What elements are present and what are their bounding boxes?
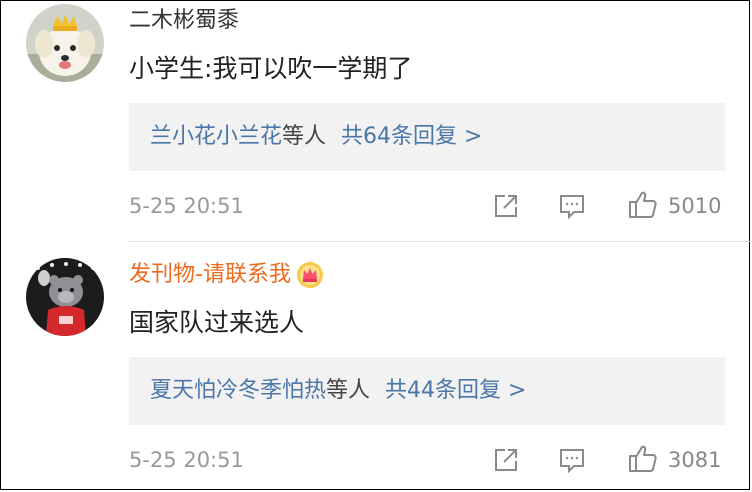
share-icon[interactable]: [491, 445, 521, 475]
like-count: 3081: [668, 448, 722, 472]
reply-user-names[interactable]: 夏天怕冷冬季怕热: [150, 378, 326, 403]
username-text: 发刊物-请联系我: [129, 262, 291, 287]
comment-item: 发刊物-请联系我 国家队过来选人 夏天怕冷冬季怕热等人 共44条回复 > 5-2…: [0, 245, 752, 490]
timestamp: 5-25 20:51: [129, 194, 244, 218]
crown-vip-icon: [295, 260, 325, 290]
replies-summary[interactable]: 兰小花小兰花等人 共64条回复 >: [129, 103, 725, 171]
username-text: 二木彬蜀黍: [129, 8, 240, 33]
dog-avatar-image: [26, 4, 104, 82]
replies-summary[interactable]: 夏天怕冷冬季怕热等人 共44条回复 >: [129, 357, 725, 425]
like-icon[interactable]: [627, 189, 657, 219]
comment-text: 国家队过来选人: [129, 308, 305, 337]
reply-count-link[interactable]: 共44条回复 >: [385, 378, 526, 403]
reply-suffix: 等人: [326, 378, 371, 403]
comment-text: 小学生:我可以吹一学期了: [129, 54, 413, 83]
comment-icon[interactable]: [557, 445, 587, 475]
reply-count-link[interactable]: 共64条回复 >: [341, 124, 482, 149]
username[interactable]: 二木彬蜀黍: [129, 6, 239, 36]
comment-icon[interactable]: [557, 191, 587, 221]
reply-user-names[interactable]: 兰小花小兰花: [150, 124, 282, 149]
comment-divider: [129, 241, 752, 242]
comment-item: 二木彬蜀黍 小学生:我可以吹一学期了 兰小花小兰花等人 共64条回复 > 5-2…: [0, 0, 752, 245]
avatar[interactable]: [26, 4, 104, 82]
like-count: 5010: [668, 194, 722, 218]
share-icon[interactable]: [491, 191, 521, 221]
mascot-avatar-image: [26, 258, 104, 336]
username[interactable]: 发刊物-请联系我: [129, 260, 325, 290]
like-icon[interactable]: [627, 443, 657, 473]
timestamp: 5-25 20:51: [129, 448, 244, 472]
avatar[interactable]: [26, 258, 104, 336]
reply-suffix: 等人: [282, 124, 327, 149]
